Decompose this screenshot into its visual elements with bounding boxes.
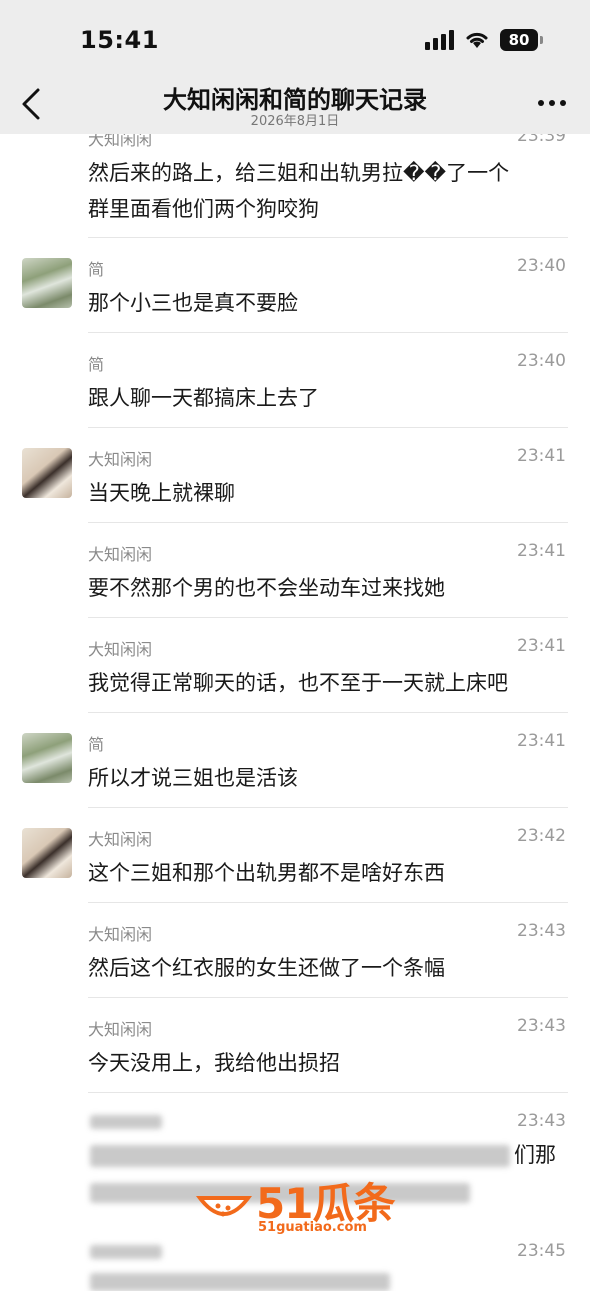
message-text: 今天没用上，我给他出损招 bbox=[88, 1051, 340, 1075]
message-text: 这个三姐和那个出轨男都不是啥好东西 bbox=[88, 861, 445, 885]
page-subtitle-date: 2026年8月1日 bbox=[250, 114, 340, 129]
message-row: 大知闲闲 23:42 这个三姐和那个出轨男都不是啥好东西 bbox=[0, 808, 590, 903]
sender-name: 大知闲闲 bbox=[88, 450, 153, 469]
avatar[interactable] bbox=[22, 448, 72, 498]
avatar[interactable] bbox=[22, 258, 72, 308]
avatar[interactable] bbox=[22, 828, 72, 878]
sender-name: 大知闲闲 bbox=[88, 925, 153, 944]
redacted-name bbox=[90, 1115, 162, 1129]
more-options-icon[interactable] bbox=[538, 100, 566, 106]
message-text-fragment: 们那 bbox=[514, 1143, 556, 1167]
message-row: 简 23:40 跟人聊一天都搞床上去了 bbox=[0, 333, 590, 428]
signal-icon bbox=[425, 30, 454, 50]
message-time: 23:42 bbox=[517, 826, 566, 846]
message-time: 23:40 bbox=[517, 256, 566, 276]
battery-icon: 80 bbox=[500, 29, 543, 51]
message-text: 我觉得正常聊天的话，也不至于一天就上床吧 bbox=[88, 671, 508, 695]
message-text: 那个小三也是真不要脸 bbox=[88, 291, 298, 315]
sender-name: 简 bbox=[88, 260, 105, 279]
sender-name: 简 bbox=[88, 735, 105, 754]
sender-name: 大知闲闲 bbox=[88, 545, 153, 564]
message-time: 23:43 bbox=[517, 1111, 566, 1131]
message-time: 23:43 bbox=[517, 1016, 566, 1036]
status-icons: 80 bbox=[425, 26, 543, 54]
message-row: 大知闲闲 23:43 然后这个红衣服的女生还做了一个条幅 bbox=[0, 903, 590, 998]
redacted-text bbox=[90, 1145, 510, 1167]
sender-name: 简 bbox=[88, 355, 105, 374]
message-time: 23:41 bbox=[517, 636, 566, 656]
message-text: 所以才说三姐也是活该 bbox=[88, 766, 298, 790]
message-text: 要不然那个男的也不会坐动车过来找她 bbox=[88, 576, 445, 600]
redacted-text bbox=[90, 1273, 390, 1291]
redacted-name bbox=[90, 1245, 162, 1259]
navigation-bar: 15:41 80 大知闲闲和简的聊天记录 2026年8月1日 bbox=[0, 0, 590, 134]
message-text: 当天晚上就裸聊 bbox=[88, 481, 235, 505]
status-time: 15:41 bbox=[80, 26, 159, 54]
message-text: 然后这个红衣服的女生还做了一个条幅 bbox=[88, 956, 445, 980]
message-row: 大知闲闲 23:41 我觉得正常聊天的话，也不至于一天就上床吧 bbox=[0, 618, 590, 713]
battery-level: 80 bbox=[508, 31, 530, 49]
message-time: 23:40 bbox=[517, 351, 566, 371]
watermark-logo: 51瓜条 51guatiao.com bbox=[192, 1170, 402, 1240]
sender-name: 大知闲闲 bbox=[88, 830, 153, 849]
message-row: 简 23:41 所以才说三姐也是活该 bbox=[0, 713, 590, 808]
message-row: 简 23:40 那个小三也是真不要脸 bbox=[0, 238, 590, 333]
message-row: 大知闲闲 23:41 要不然那个男的也不会坐动车过来找她 bbox=[0, 523, 590, 618]
message-row: 大知闲闲 23:41 当天晚上就裸聊 bbox=[0, 428, 590, 523]
message-time: 23:41 bbox=[517, 731, 566, 751]
message-row: 大知闲闲 23:43 今天没用上，我给他出损招 bbox=[0, 998, 590, 1093]
message-text: 跟人聊一天都搞床上去了 bbox=[88, 386, 319, 410]
sender-name: 大知闲闲 bbox=[88, 640, 153, 659]
sender-name: 大知闲闲 bbox=[88, 1020, 153, 1039]
watermelon-icon bbox=[196, 1196, 252, 1217]
message-text-line: 然后来的路上，给三姐和出轨男拉��了一个 bbox=[88, 161, 510, 185]
message-time: 23:45 bbox=[517, 1241, 566, 1261]
watermark-url: 51guatiao.com bbox=[258, 1220, 367, 1235]
message-time: 23:41 bbox=[517, 541, 566, 561]
message-time: 23:41 bbox=[517, 446, 566, 466]
message-text-line: 群里面看他们两个狗咬狗 bbox=[88, 197, 319, 221]
avatar[interactable] bbox=[22, 733, 72, 783]
message-time: 23:43 bbox=[517, 921, 566, 941]
wifi-icon bbox=[466, 32, 488, 48]
